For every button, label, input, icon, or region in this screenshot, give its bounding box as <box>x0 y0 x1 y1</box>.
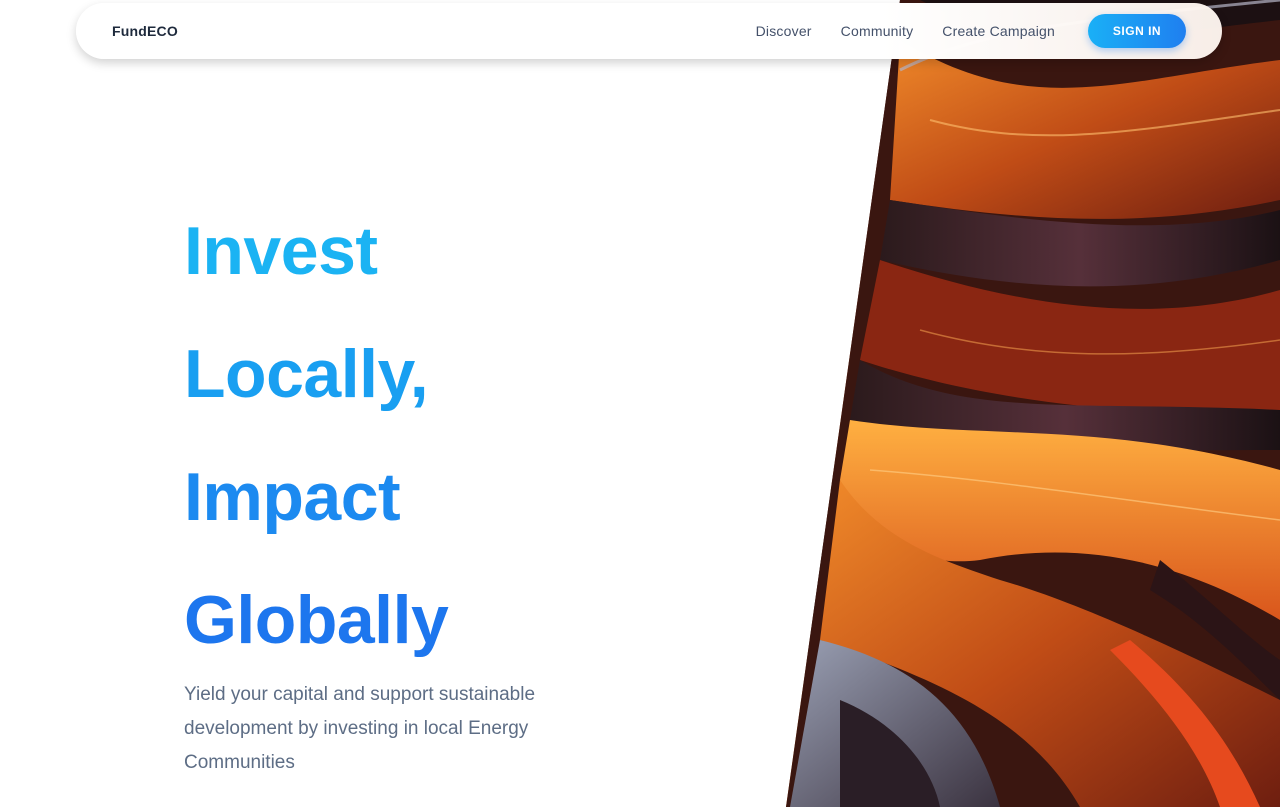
headline-line-invest: Invest <box>184 213 378 289</box>
brand-logo-text[interactable]: FundECO <box>112 23 178 39</box>
sign-in-button[interactable]: SIGN IN <box>1088 14 1186 48</box>
hero-subtitle: Yield your capital and support sustainab… <box>184 684 536 773</box>
nav-link-create-campaign[interactable]: Create Campaign <box>942 23 1055 39</box>
top-navbar: FundECO Discover Community Create Campai… <box>76 3 1222 59</box>
headline-line-impact: Impact <box>184 459 401 535</box>
hero-headline: Invest Locally, Impact Globally <box>184 190 684 682</box>
hero-abstract-art <box>786 0 1280 807</box>
nav-link-discover[interactable]: Discover <box>756 23 812 39</box>
nav-links: Discover Community Create Campaign <box>756 23 1055 39</box>
headline-line-globally: Globally <box>184 582 449 658</box>
headline-line-locally: Locally, <box>184 336 429 412</box>
nav-link-community[interactable]: Community <box>841 23 914 39</box>
